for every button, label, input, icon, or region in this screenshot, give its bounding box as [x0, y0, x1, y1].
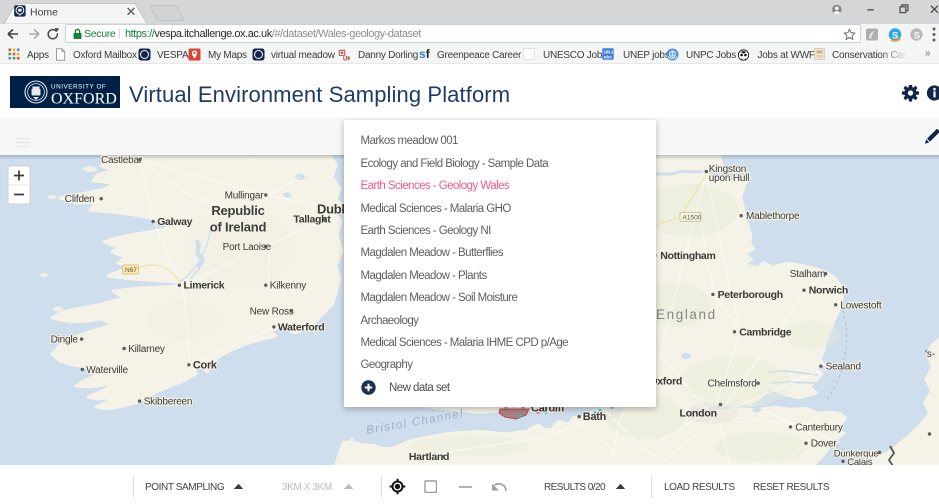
svg-text:Waterville: Waterville [86, 365, 128, 376]
svg-text:UNIVERSITY OF: UNIVERSITY OF [51, 84, 106, 91]
svg-text:Calais: Calais [847, 457, 873, 465]
svg-text:Lowestoft: Lowestoft [840, 300, 881, 311]
svg-text:England: England [656, 307, 717, 322]
svg-text:S: S [914, 30, 920, 41]
svg-text:N67: N67 [125, 267, 137, 274]
svg-text:Norwich: Norwich [809, 285, 848, 297]
svg-text:obs: obs [604, 54, 613, 59]
svg-text:Killarney: Killarney [128, 344, 165, 355]
svg-text:London: London [680, 408, 717, 420]
svg-text:Mullingar: Mullingar [225, 191, 265, 202]
svg-text:Clifden: Clifden [65, 194, 95, 205]
svg-text:Canterbury: Canterbury [795, 422, 843, 433]
svg-text:Dingle: Dingle [51, 335, 79, 346]
svg-text:Skibbereen: Skibbereen [144, 397, 193, 408]
svg-text:'s-: 's- [925, 349, 935, 360]
svg-text:Cambridge: Cambridge [739, 326, 792, 338]
svg-text:Castlebar: Castlebar [101, 155, 143, 166]
svg-text:Home: Home [30, 6, 58, 18]
svg-text:Galway: Galway [157, 216, 192, 228]
svg-text:upon Hull: upon Hull [709, 173, 749, 184]
svg-text:New Ross: New Ross [250, 307, 294, 318]
svg-text:UK: UK [343, 57, 350, 62]
svg-text:Republic: Republic [211, 203, 264, 218]
svg-text:Mablethorpe: Mablethorpe [746, 211, 800, 222]
svg-text:Port Laoise: Port Laoise [223, 242, 272, 253]
svg-text:Nottingham: Nottingham [660, 250, 715, 262]
svg-text:A1500: A1500 [683, 215, 702, 222]
svg-text:Kilkenny: Kilkenny [270, 281, 306, 292]
svg-text:Chelmsford: Chelmsford [708, 379, 757, 390]
svg-text:Sealand: Sealand [826, 362, 861, 373]
svg-text:Peterborough: Peterborough [718, 289, 783, 301]
svg-text:Limerick: Limerick [184, 280, 225, 292]
svg-text:Waterford: Waterford [278, 321, 325, 333]
svg-text:OXFORD: OXFORD [51, 91, 117, 108]
svg-text:Bath: Bath [583, 411, 607, 423]
svg-text:Cork: Cork [193, 359, 218, 371]
svg-text:of Ireland: of Ireland [210, 219, 267, 234]
svg-text:Stalham: Stalham [790, 269, 825, 280]
